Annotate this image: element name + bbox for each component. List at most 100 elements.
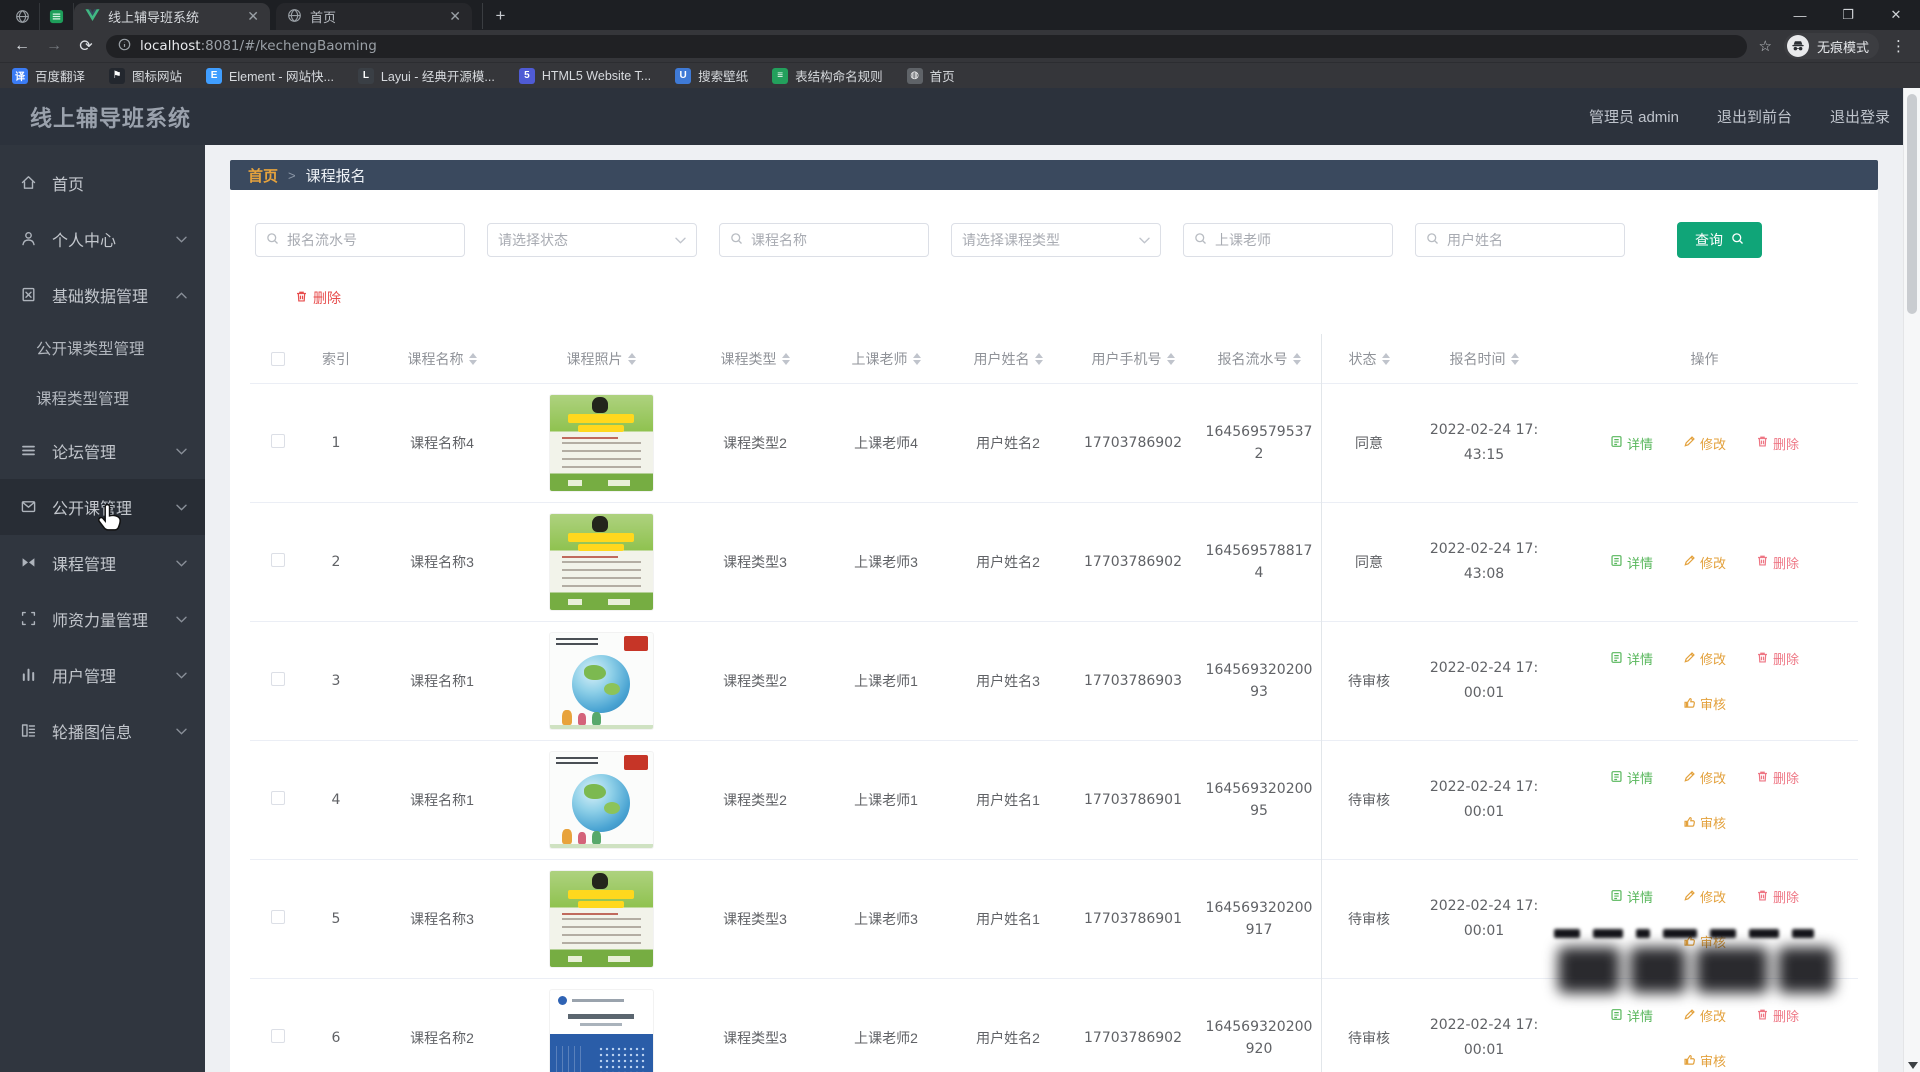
sort-caret-icon[interactable]	[1510, 352, 1519, 365]
edit-action-button[interactable]: 修改	[1683, 434, 1726, 453]
delete-action-button[interactable]: 删除	[1756, 887, 1799, 906]
tab-close-icon[interactable]: ✕	[244, 8, 262, 25]
bookmark-item[interactable]: ⚑ 图标网站	[109, 66, 182, 85]
detail-action-button[interactable]: 详情	[1610, 1006, 1653, 1025]
column-header[interactable]: 课程类型	[685, 349, 825, 369]
input-5[interactable]: 用户姓名	[1415, 223, 1625, 257]
course-photo-thumbnail[interactable]	[549, 633, 653, 729]
column-header[interactable]: 用户手机号	[1069, 349, 1197, 369]
sort-caret-icon[interactable]	[1034, 352, 1043, 365]
logout-link[interactable]: 退出登录	[1830, 106, 1890, 127]
sort-caret-icon[interactable]	[627, 352, 636, 365]
audit-action-button[interactable]: 审核	[1683, 1051, 1726, 1070]
detail-action-button[interactable]: 详情	[1610, 553, 1653, 572]
course-photo-thumbnail[interactable]	[549, 871, 653, 967]
column-header[interactable]: 课程名称	[367, 349, 517, 369]
sidebar-item-banner[interactable]: 轮播图信息	[0, 703, 205, 759]
bookmark-item[interactable]: ≡ 表结构命名规则	[772, 66, 883, 85]
row-checkbox[interactable]	[270, 1028, 285, 1043]
sidebar-item-home[interactable]: 首页	[0, 155, 205, 211]
select-3[interactable]: 请选择课程类型	[951, 223, 1161, 257]
reload-icon[interactable]: ⟳	[74, 34, 98, 58]
delete-action-button[interactable]: 删除	[1756, 434, 1799, 453]
scrollbar-thumb[interactable]	[1907, 94, 1917, 314]
bookmark-item[interactable]: E Element - 网站快...	[206, 66, 334, 85]
incognito-badge[interactable]: 无痕模式	[1783, 33, 1879, 59]
course-photo-thumbnail[interactable]	[549, 990, 653, 1072]
browser-tab[interactable]: 首页 ✕	[276, 3, 472, 30]
scrollbar-down-arrow[interactable]	[1908, 1062, 1918, 1069]
bookmark-item[interactable]: ◍ 首页	[906, 66, 955, 85]
course-photo-thumbnail[interactable]	[549, 752, 653, 848]
url-bar[interactable]: localhost:8081/#/kechengBaoming	[106, 34, 1747, 58]
sidebar-item-scan[interactable]: 师资力量管理	[0, 591, 205, 647]
column-header[interactable]: 报名时间	[1417, 349, 1551, 369]
delete-action-button[interactable]: 删除	[1756, 768, 1799, 787]
edit-action-button[interactable]: 修改	[1683, 649, 1726, 668]
select-all-checkbox[interactable]	[270, 351, 285, 366]
delete-action-button[interactable]: 删除	[1756, 553, 1799, 572]
restore-icon[interactable]: ❐	[1824, 0, 1872, 30]
course-photo-thumbnail[interactable]	[549, 514, 653, 610]
browser-menu-icon[interactable]: ⋮	[1887, 37, 1910, 55]
edit-action-button[interactable]: 修改	[1683, 887, 1726, 906]
breadcrumb-home[interactable]: 首页	[248, 165, 278, 186]
sort-caret-icon[interactable]	[912, 352, 921, 365]
edit-action-button[interactable]: 修改	[1683, 553, 1726, 572]
row-checkbox[interactable]	[270, 790, 285, 805]
edit-action-button[interactable]: 修改	[1683, 768, 1726, 787]
sort-caret-icon[interactable]	[1381, 352, 1390, 365]
sidebar-item-user[interactable]: 个人中心	[0, 211, 205, 267]
detail-action-button[interactable]: 详情	[1610, 649, 1653, 668]
bookmark-item[interactable]: 5 HTML5 Website T...	[518, 67, 651, 84]
exit-to-front-link[interactable]: 退出到前台	[1717, 106, 1792, 127]
browser-tab[interactable]: 线上辅导班系统 ✕	[74, 3, 270, 30]
row-checkbox[interactable]	[270, 909, 285, 924]
column-header[interactable]: 上课老师	[825, 349, 947, 369]
sidebar-subitem[interactable]: 课程类型管理	[0, 373, 205, 423]
detail-action-button[interactable]: 详情	[1610, 434, 1653, 453]
pinned-tab-grid-green-icon[interactable]	[40, 3, 74, 30]
input-4[interactable]: 上课老师	[1183, 223, 1393, 257]
bookmark-item[interactable]: 译百度翻译	[12, 66, 85, 85]
minimize-icon[interactable]: —	[1776, 0, 1824, 30]
back-icon[interactable]: ←	[10, 34, 34, 58]
input-2[interactable]: 课程名称	[719, 223, 929, 257]
course-photo-thumbnail[interactable]	[549, 395, 653, 491]
audit-action-button[interactable]: 审核	[1683, 813, 1726, 832]
bookmark-star-icon[interactable]: ☆	[1755, 37, 1776, 55]
detail-action-button[interactable]: 详情	[1610, 887, 1653, 906]
bulk-delete-button[interactable]: 删除	[295, 288, 341, 308]
sidebar-item-chart[interactable]: 用户管理	[0, 647, 205, 703]
pinned-tab-globe-icon[interactable]	[6, 3, 40, 30]
sidebar-item-doc[interactable]: 基础数据管理	[0, 267, 205, 323]
row-checkbox[interactable]	[270, 671, 285, 686]
new-tab-button[interactable]: +	[482, 3, 508, 29]
row-checkbox[interactable]	[270, 433, 285, 448]
delete-action-button[interactable]: 删除	[1756, 1006, 1799, 1025]
sort-caret-icon[interactable]	[468, 352, 477, 365]
column-header[interactable]: 用户姓名	[947, 349, 1069, 369]
sort-caret-icon[interactable]	[1292, 352, 1301, 365]
column-header[interactable]: 状态	[1321, 349, 1417, 369]
sidebar-item-list[interactable]: 论坛管理	[0, 423, 205, 479]
page-info-icon[interactable]	[118, 38, 131, 54]
edit-action-button[interactable]: 修改	[1683, 1006, 1726, 1025]
column-header[interactable]: 报名流水号	[1197, 349, 1321, 369]
audit-action-button[interactable]: 审核	[1683, 694, 1726, 713]
delete-action-button[interactable]: 删除	[1756, 649, 1799, 668]
sort-caret-icon[interactable]	[781, 352, 790, 365]
row-checkbox[interactable]	[270, 552, 285, 567]
column-header[interactable]: 课程照片	[517, 349, 685, 369]
sidebar-subitem[interactable]: 公开课类型管理	[0, 323, 205, 373]
detail-action-button[interactable]: 详情	[1610, 768, 1653, 787]
forward-icon[interactable]: →	[42, 34, 66, 58]
page-scrollbar[interactable]	[1903, 88, 1920, 1072]
input-0[interactable]: 报名流水号	[255, 223, 465, 257]
search-button[interactable]: 查询	[1677, 222, 1762, 258]
tab-close-icon[interactable]: ✕	[446, 8, 464, 25]
admin-user-link[interactable]: 管理员 admin	[1589, 106, 1679, 127]
bookmark-item[interactable]: U 搜索壁纸	[675, 66, 748, 85]
close-icon[interactable]: ✕	[1872, 0, 1920, 30]
header-checkbox-cell[interactable]	[250, 351, 305, 366]
